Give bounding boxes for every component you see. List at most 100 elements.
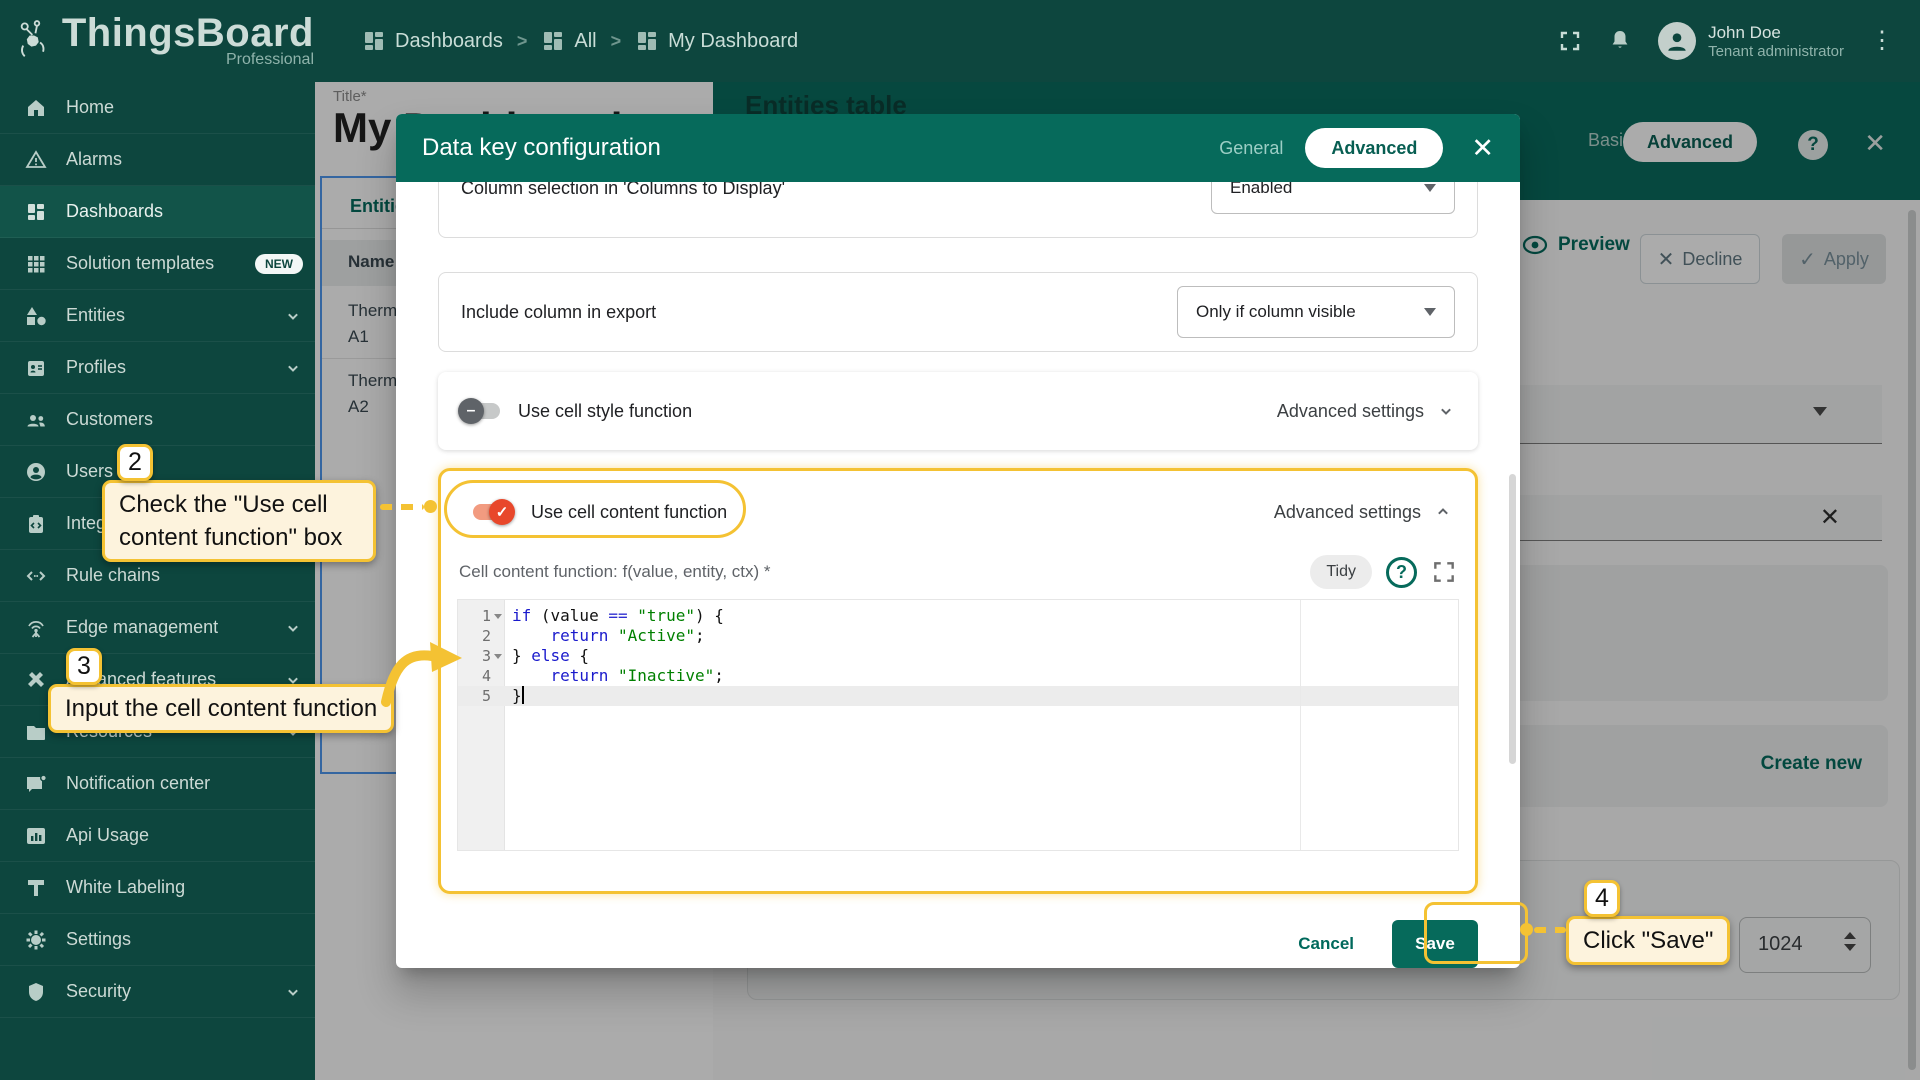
breadcrumb-separator: > xyxy=(611,31,622,52)
include-export-select[interactable]: Only if column visible xyxy=(1177,286,1455,338)
cell-style-section: – Use cell style function Advanced setti… xyxy=(438,372,1478,450)
sidebar-item-home[interactable]: Home xyxy=(0,82,315,134)
fold-caret-icon xyxy=(494,654,502,659)
app-title: ThingsBoard xyxy=(62,13,314,53)
cell-style-toggle[interactable]: – xyxy=(460,403,500,419)
sidebar-item-profiles[interactable]: Profiles xyxy=(0,342,315,394)
dashboard-icon xyxy=(24,200,48,224)
sidebar-item-dashboards[interactable]: Dashboards xyxy=(0,186,315,238)
modal-scrollbar[interactable] xyxy=(1509,474,1516,764)
sidebar-item-notification-center[interactable]: Notification center xyxy=(0,758,315,810)
sidebar-item-label: Dashboards xyxy=(66,201,163,222)
modal-header: Data key configuration General Advanced … xyxy=(396,114,1520,182)
breadcrumb-separator: > xyxy=(517,31,528,52)
tab-advanced[interactable]: Advanced xyxy=(1305,128,1443,168)
entities-icon xyxy=(24,304,48,328)
sidebar-item-customers[interactable]: Customers xyxy=(0,394,315,446)
breadcrumb-all[interactable]: All xyxy=(541,29,596,53)
breadcrumb-label: All xyxy=(574,30,596,53)
advanced-settings-label: Advanced settings xyxy=(1274,502,1421,523)
caret-down-icon xyxy=(1424,184,1436,192)
fold-caret-icon xyxy=(494,614,502,619)
code-editor[interactable]: 1if (value == "true") {2 return "Active"… xyxy=(457,599,1459,851)
person-icon xyxy=(1664,28,1690,54)
tab-general[interactable]: General xyxy=(1219,138,1283,159)
data-key-configuration-modal: Data key configuration General Advanced … xyxy=(396,114,1520,968)
include-export-label: Include column in export xyxy=(461,302,656,323)
cell-style-advanced-settings[interactable]: Advanced settings xyxy=(1277,401,1456,422)
code-line[interactable]: 5} xyxy=(458,686,1458,706)
user-name: John Doe xyxy=(1708,22,1844,43)
breadcrumb-dashboards[interactable]: Dashboards xyxy=(362,29,503,53)
breadcrumb-my-dashboard[interactable]: My Dashboard xyxy=(635,29,798,53)
sidebar-item-settings[interactable]: Settings xyxy=(0,914,315,966)
sidebar-item-edge-management[interactable]: Edge management xyxy=(0,602,315,654)
shield-icon xyxy=(24,980,48,1004)
annotation-step-badge: 4 xyxy=(1584,880,1620,917)
sidebar-item-white-labeling[interactable]: White Labeling xyxy=(0,862,315,914)
toggle-knob: – xyxy=(458,398,484,424)
sidebar-item-label: White Labeling xyxy=(66,877,185,898)
fullscreen-icon[interactable] xyxy=(1431,559,1457,585)
modal-footer: Cancel Save xyxy=(438,920,1478,968)
sidebar-item-security[interactable]: Security xyxy=(0,966,315,1018)
new-badge: NEW xyxy=(255,254,303,274)
sidebar-item-label: Alarms xyxy=(66,149,122,170)
user-circle-icon xyxy=(24,460,48,484)
profiles-badge-icon xyxy=(24,356,48,380)
text-cursor xyxy=(522,686,524,704)
code-line[interactable]: 2 return "Active"; xyxy=(458,626,1458,646)
cell-content-toggle[interactable]: ✓ xyxy=(473,504,513,520)
code-line[interactable]: 4 return "Inactive"; xyxy=(458,666,1458,686)
breadcrumb-label: My Dashboard xyxy=(668,30,798,53)
breadcrumb-label: Dashboards xyxy=(395,30,503,53)
code-line[interactable]: 3} else { xyxy=(458,646,1458,666)
fullscreen-icon[interactable] xyxy=(1558,29,1582,53)
annotation-connector-dot xyxy=(424,500,437,513)
thingsboard-app: ThingsBoard Professional Dashboards > Al… xyxy=(0,0,1920,1080)
sidebar-item-alarms[interactable]: Alarms xyxy=(0,134,315,186)
cell-content-advanced-settings[interactable]: Advanced settings xyxy=(1274,502,1453,523)
toggle-knob: ✓ xyxy=(489,499,515,525)
column-selection-select[interactable]: Enabled xyxy=(1211,182,1455,214)
function-signature-label: Cell content function: f(value, entity, … xyxy=(459,562,771,582)
chevron-down-icon xyxy=(1436,401,1456,421)
home-icon xyxy=(24,96,48,120)
logo[interactable]: ThingsBoard Professional xyxy=(14,13,314,69)
advanced-settings-label: Advanced settings xyxy=(1277,401,1424,422)
gear-icon xyxy=(24,928,48,952)
chevron-down-icon xyxy=(283,982,303,1002)
close-icon[interactable]: ✕ xyxy=(1471,135,1494,162)
save-button[interactable]: Save xyxy=(1392,920,1478,968)
annotation-connector xyxy=(380,504,424,510)
modal-body: Column selection in 'Columns to Display'… xyxy=(396,182,1520,968)
dashboard-icon xyxy=(635,29,659,53)
annotation-step-badge: 3 xyxy=(66,648,102,685)
sidebar-item-entities[interactable]: Entities xyxy=(0,290,315,342)
help-icon[interactable]: ? xyxy=(1386,557,1417,588)
user-menu[interactable]: John Doe Tenant administrator xyxy=(1658,22,1844,60)
top-bar: ThingsBoard Professional Dashboards > Al… xyxy=(0,0,1920,82)
cell-content-section: ✓ Use cell content function Advanced set… xyxy=(438,468,1478,894)
tools-icon xyxy=(24,668,48,692)
sidebar-item-api-usage[interactable]: Api Usage xyxy=(0,810,315,862)
notification-center-icon xyxy=(24,772,48,796)
integrations-icon xyxy=(24,512,48,536)
kebab-menu-icon[interactable]: ⋮ xyxy=(1870,36,1894,46)
annotation-callout-step3: Input the cell content function xyxy=(48,684,394,733)
edge-antenna-icon xyxy=(24,616,48,640)
dashboard-icon xyxy=(541,29,565,53)
tidy-button[interactable]: Tidy xyxy=(1310,555,1372,589)
sidebar: Home Alarms Dashboards Solution template… xyxy=(0,82,315,1080)
code-line[interactable]: 1if (value == "true") { xyxy=(458,606,1458,626)
cancel-button[interactable]: Cancel xyxy=(1294,928,1358,960)
dashboard-icon xyxy=(362,29,386,53)
annotation-connector xyxy=(1534,927,1566,933)
selected-value: Enabled xyxy=(1230,182,1292,198)
modal-title: Data key configuration xyxy=(422,134,661,162)
sidebar-item-solution-templates[interactable]: Solution templates NEW xyxy=(0,238,315,290)
include-export-row: Include column in export Only if column … xyxy=(438,272,1478,352)
column-selection-row: Column selection in 'Columns to Display'… xyxy=(438,182,1478,238)
column-selection-label: Column selection in 'Columns to Display' xyxy=(461,182,785,199)
notifications-bell-icon[interactable] xyxy=(1608,28,1632,54)
